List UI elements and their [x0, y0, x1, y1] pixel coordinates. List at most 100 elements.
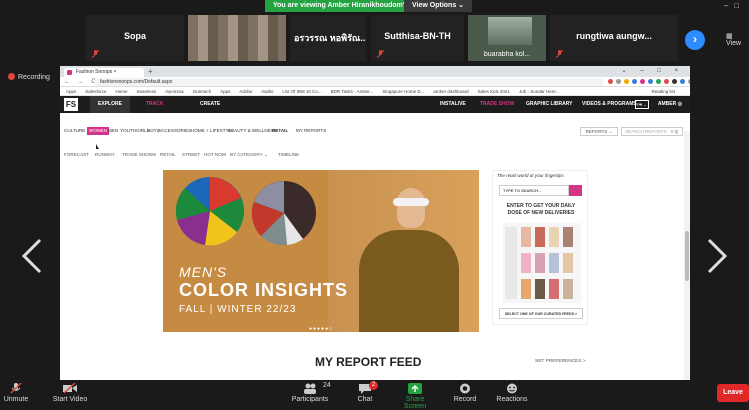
category-retail[interactable]: RETAIL — [272, 124, 288, 138]
recording-indicator[interactable]: Recording — [8, 72, 50, 84]
sub-navigation: FORECAST RUNWAY TRADE SHOWS RETAIL STREET HOT… — [60, 150, 690, 160]
participant-tile[interactable]: rungtiwa aungw... — [549, 14, 679, 62]
nav-instalive[interactable]: INSTALIVE — [440, 96, 466, 113]
hero-line-3: FALL | WINTER 22/23 — [179, 304, 297, 315]
carousel-dots[interactable]: ●●●●●○ — [309, 326, 333, 332]
nav-videos-programs[interactable]: VIDEOS & PROGRAMS ⌄ — [582, 96, 642, 113]
bookmark-item[interactable]: List Of IBM 10 Co... — [282, 89, 321, 94]
chat-button[interactable]: Chat 2 — [350, 380, 380, 408]
subnav-item[interactable]: TRADE SHOWS — [122, 150, 156, 160]
participant-name: Sopa — [123, 31, 146, 41]
bookmark-item[interactable]: Apps — [220, 89, 230, 94]
category-men[interactable]: MEN — [108, 124, 118, 138]
participant-tile[interactable]: Sutthisa-BN-TH — [370, 14, 465, 62]
subnav-item[interactable]: BY CATEGORY ⌄ — [230, 150, 268, 160]
bookmark-item[interactable]: Outreach — [193, 89, 212, 94]
category-women[interactable]: WOMEN — [87, 127, 110, 135]
bookmark-item[interactable]: Seamless — [137, 89, 157, 94]
zoom-toolbar: Unmute Start Video Participants 24 Chat … — [0, 380, 749, 410]
next-participants-button[interactable]: › — [685, 30, 705, 50]
subnav-item[interactable]: TIMELINE — [278, 150, 299, 160]
color-pie-left — [175, 177, 244, 246]
bookmark-item[interactable]: Home — [116, 89, 128, 94]
share-screen-button[interactable]: Share Screen — [395, 380, 435, 410]
browser-tab[interactable]: Fashion Snoops × — [64, 68, 144, 77]
next-page-arrow-icon[interactable] — [703, 238, 731, 274]
nav-graphic-library[interactable]: GRAPHIC LIBRARY — [526, 96, 572, 113]
nav-create[interactable]: CREATE — [200, 96, 220, 113]
previous-page-arrow-icon[interactable] — [18, 238, 46, 274]
category-youth[interactable]: YOUTH — [120, 124, 136, 138]
category-accessories[interactable]: ACCESSORIES — [158, 124, 191, 138]
retail-panel: The retail world at your fingertips TYPE… — [492, 170, 588, 325]
user-avatar-icon: ◎ — [677, 101, 682, 107]
address-field[interactable]: fashionsnoops.com/Default.aspx — [94, 78, 604, 86]
leave-button[interactable]: Leave — [717, 384, 749, 402]
reading-list-button[interactable]: Reading list — [651, 87, 675, 95]
subnav-item[interactable]: STREET — [182, 150, 200, 160]
nav-trade-show[interactable]: TRADE SHOW — [480, 96, 514, 113]
hero-banner[interactable]: MEN'S COLOR INSIGHTS FALL | WINTER 22/23… — [163, 170, 479, 332]
nav-track[interactable]: TRACK — [146, 96, 164, 113]
participant-tile[interactable]: Sopa — [85, 14, 185, 62]
reactions-icon — [507, 383, 517, 394]
user-menu[interactable]: AMBER ◎ — [658, 96, 682, 113]
category-my-reports[interactable]: MY REPORTS — [296, 124, 326, 138]
unmute-button[interactable]: Unmute — [0, 380, 32, 408]
browser-url-bar: ← → C ⌂ fashionsnoops.com/Default.aspx — [60, 77, 690, 87]
participant-tile[interactable]: อรวรรณ หอพิรัณ... — [289, 14, 367, 62]
bookmark-item[interactable]: myomnia — [165, 89, 183, 94]
muted-mic-icon — [556, 50, 563, 58]
reports-dropdown[interactable]: REPORTS ⌄ — [580, 127, 618, 136]
subnav-item[interactable]: RETAIL — [160, 150, 176, 160]
grid-icon: ▦ — [726, 33, 733, 40]
bookmark-item[interactable]: BDR Tasks - Amber... — [331, 89, 374, 94]
panel-headline: ENTER TO GET YOUR DAILY DOSE OF NEW DELIV… — [506, 203, 576, 216]
bookmark-item[interactable]: Apps — [66, 89, 76, 94]
group-photo — [488, 17, 532, 45]
bookmark-item[interactable]: Adobe — [239, 89, 252, 94]
muted-mic-icon — [10, 383, 22, 394]
start-video-button[interactable]: Start Video — [48, 380, 92, 408]
nav-explore[interactable]: EXPLORE — [90, 96, 130, 113]
view-toggle[interactable]: ▦ View — [726, 32, 749, 47]
curated-feeds-button[interactable]: SELECT ONE OF OUR CURATED FEEDS > — [499, 308, 583, 319]
browser-window-controls[interactable]: ⌄ – □ × — [622, 66, 685, 77]
record-button[interactable]: Record — [450, 380, 480, 408]
participant-name: อรวรรณ หอพิรัณ... — [294, 33, 366, 43]
participant-strip: Sopa อรวรรณ หอพิรัณ... Sutthisa-BN-TH bu… — [0, 12, 749, 64]
subnav-item[interactable]: FORECAST — [64, 150, 89, 160]
reactions-button[interactable]: Reactions — [494, 380, 530, 408]
extension-icons[interactable] — [608, 79, 690, 84]
blurred-video — [188, 15, 286, 61]
shared-browser-window: Fashion Snoops × + ⌄ – □ × ← → C ⌂ fashi… — [60, 66, 690, 380]
bookmark-item[interactable]: Singapore Home D... — [382, 89, 424, 94]
subnav-item[interactable]: HOT NOW — [204, 150, 226, 160]
site-search-input[interactable]: SEARCH REPORTS × Q — [621, 127, 683, 136]
fs-logo[interactable]: FS — [64, 98, 78, 111]
bookmark-item[interactable]: Sales Kick 2021 — [478, 89, 510, 94]
share-screen-icon — [408, 383, 422, 394]
bookmark-item[interactable]: amber dashboard — [433, 89, 468, 94]
new-tab-button[interactable]: + — [148, 66, 153, 77]
panel-search-icon[interactable] — [569, 185, 582, 196]
bookmark-item[interactable]: Salesforce — [85, 89, 106, 94]
record-icon — [460, 383, 470, 394]
set-preferences-link[interactable]: SET PREFERENCES > — [535, 359, 586, 364]
product-thumbnails[interactable] — [503, 223, 581, 303]
category-beauty-wellness[interactable]: BEAUTY & WELLNESS — [228, 124, 277, 138]
region-dropdown[interactable]: FR ⌄ — [635, 100, 649, 109]
mouse-cursor-icon — [96, 144, 99, 149]
panel-search-input[interactable]: TYPE TO SEARCH... — [499, 185, 569, 196]
search-clear-icon[interactable]: × Q — [671, 128, 678, 136]
bookmark-item[interactable]: Job - Sundar Here... — [519, 89, 560, 94]
bookmark-item[interactable]: mailto — [261, 89, 273, 94]
view-options-button[interactable]: View Options ⌄ — [404, 0, 473, 12]
page-scrollbar[interactable] — [684, 131, 690, 380]
subnav-item[interactable]: RUNWAY — [95, 150, 115, 160]
participant-tile[interactable] — [187, 14, 287, 62]
participants-button[interactable]: Participants 24 — [285, 380, 335, 408]
category-culture[interactable]: CULTURE — [64, 124, 85, 138]
participant-tile[interactable]: buarabha kol... — [467, 14, 547, 62]
window-controls[interactable]: –□ — [724, 0, 745, 12]
